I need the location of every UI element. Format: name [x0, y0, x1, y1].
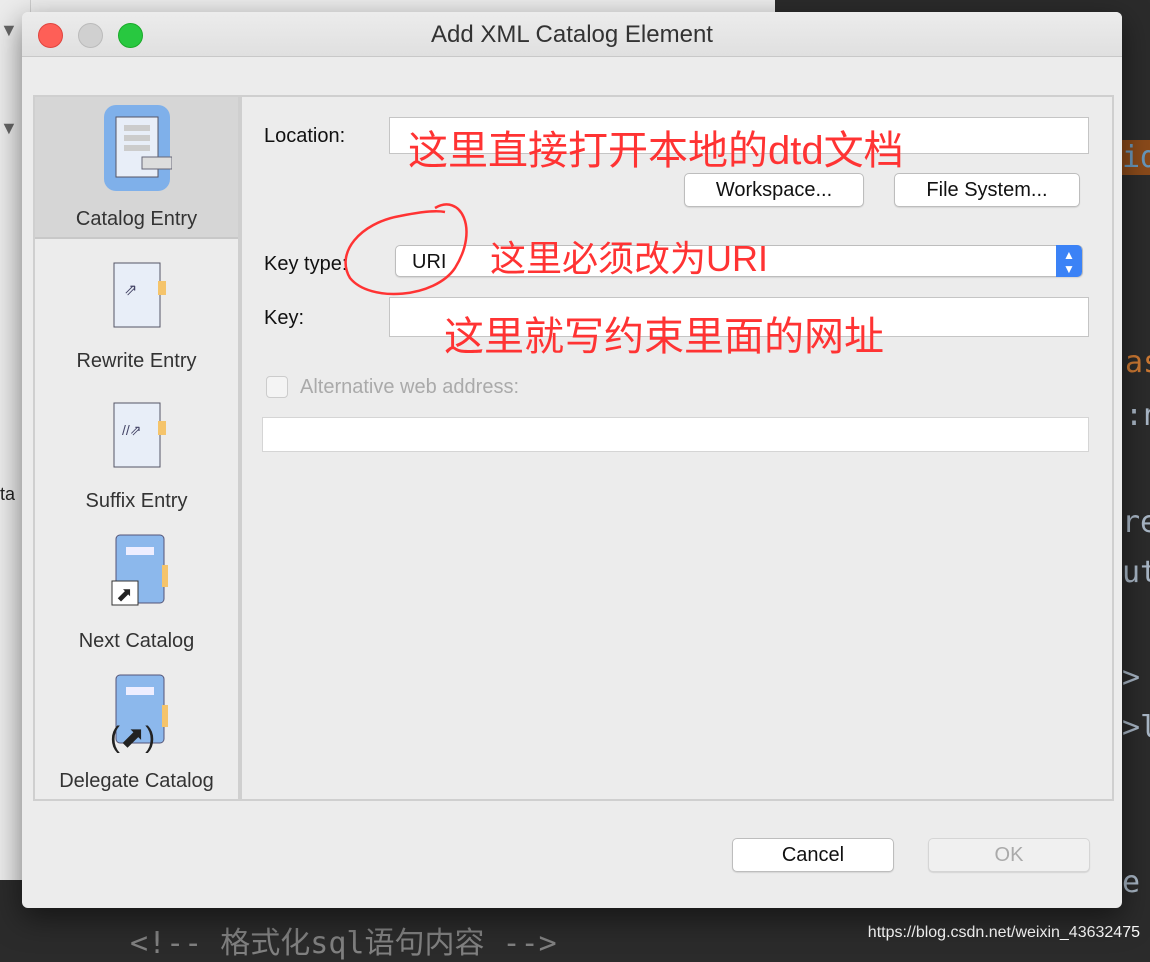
sidebar-item-label: Catalog Entry [75, 208, 198, 230]
svg-text:⬈: ⬈ [116, 584, 133, 606]
catalog-entry-icon [102, 97, 172, 193]
code-fragment: re [1122, 505, 1150, 540]
code-fragment: id [1122, 140, 1150, 175]
alternative-address-checkbox[interactable] [266, 376, 288, 398]
code-fragment: ut [1122, 555, 1150, 590]
sidebar-item-next-catalog[interactable]: ⬈ Next Catalog [35, 519, 238, 659]
cancel-button[interactable]: Cancel [732, 838, 894, 872]
svg-text://⇗: //⇗ [122, 422, 142, 438]
disclosure-triangle-icon: ▼ [0, 20, 18, 40]
code-fragment: as [1125, 345, 1150, 380]
key-type-label: Key type: [264, 253, 348, 275]
code-fragment: :n [1125, 398, 1150, 433]
code-fragment: >l [1122, 710, 1150, 745]
annotation-circle [344, 203, 468, 296]
code-fragment: e [1122, 865, 1141, 900]
sidebar-item-label: Rewrite Entry [76, 350, 197, 372]
rewrite-entry-icon: ⇗ [102, 239, 172, 335]
sidebar-item-catalog-entry[interactable]: Catalog Entry [35, 97, 238, 239]
file-system-button[interactable]: File System... [894, 173, 1080, 207]
watermark: https://blog.csdn.net/weixin_43632475 [867, 924, 1140, 941]
svg-text:(⬈): (⬈) [110, 721, 155, 754]
chevron-updown-icon: ▲ ▼ [1056, 245, 1082, 277]
sidebar-item-label: Next Catalog [78, 630, 195, 652]
alternative-address-input[interactable] [262, 417, 1089, 452]
sidebar-item-rewrite-entry[interactable]: ⇗ Rewrite Entry [35, 239, 238, 379]
sidebar-item-suffix-entry[interactable]: //⇗ Suffix Entry [35, 379, 238, 519]
sidebar-item-delegate-catalog[interactable]: (⬈) Delegate Catalog [35, 659, 238, 799]
key-label: Key: [264, 307, 305, 329]
entry-type-list: Catalog Entry ⇗ Rewrite Entry //⇗ Suffix… [33, 95, 240, 801]
annotation-key-type: 这里必须改为URI [490, 238, 768, 279]
suffix-entry-icon: //⇗ [102, 379, 172, 475]
annotation-location: 这里直接打开本地的dtd文档 [408, 129, 904, 173]
title-bar[interactable]: Add XML Catalog Element [22, 12, 1122, 57]
alternative-address-label: Alternative web address: [300, 376, 520, 398]
svg-text:⇗: ⇗ [124, 282, 137, 299]
location-label: Location: [264, 125, 346, 147]
annotation-key: 这里就写约束里面的网址 [444, 315, 884, 359]
delegate-catalog-icon: (⬈) [102, 659, 172, 755]
sidebar-item-label: Delegate Catalog [59, 770, 214, 792]
next-catalog-icon: ⬈ [102, 519, 172, 615]
code-fragment: > [1122, 660, 1141, 695]
workspace-button[interactable]: Workspace... [684, 173, 864, 207]
add-xml-catalog-dialog: Add XML Catalog Element Catalog Entry ⇗ … [22, 12, 1122, 908]
sidebar-item-label: Suffix Entry [85, 490, 188, 512]
ok-button[interactable]: OK [928, 838, 1090, 872]
disclosure-triangle-icon: ▼ [0, 118, 18, 138]
side-text: ta [0, 484, 16, 504]
dialog-title: Add XML Catalog Element [431, 21, 713, 48]
code-comment: <!-- 格式化sql语句内容 --> [130, 926, 557, 961]
